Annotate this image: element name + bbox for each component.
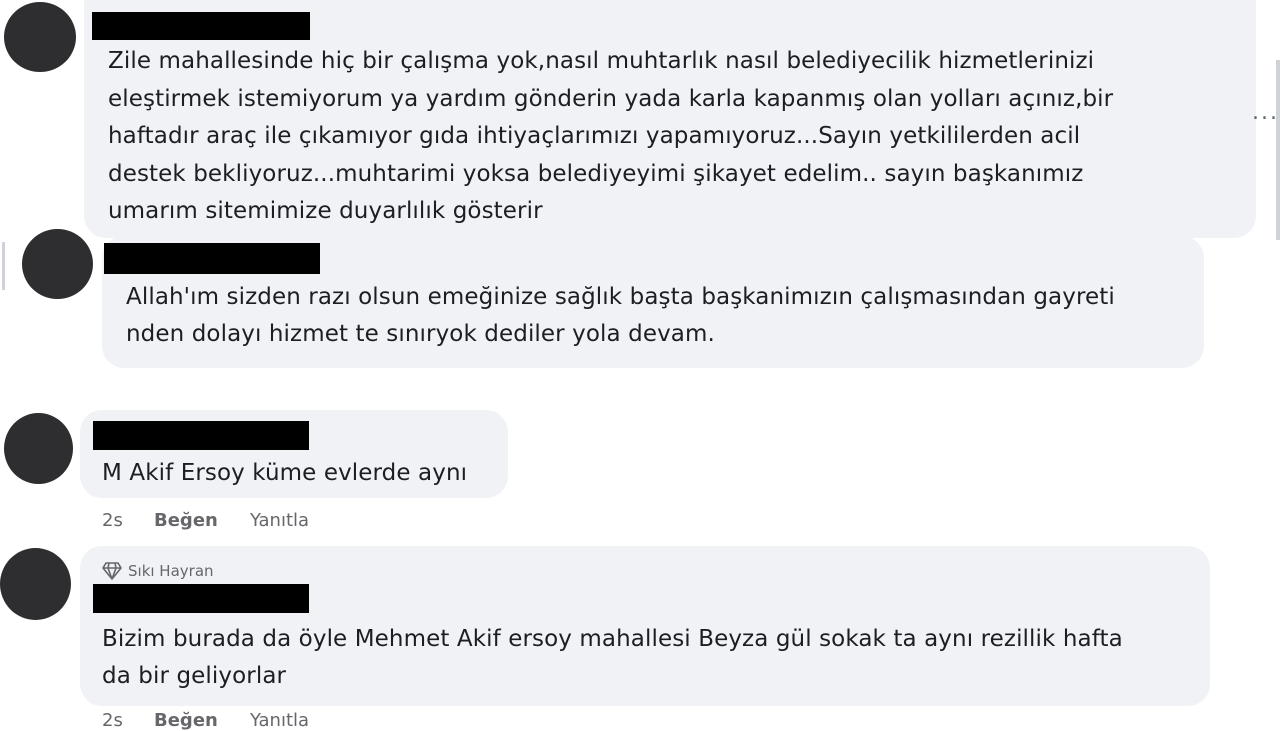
comment-text-line: Bizim burada da öyle Mehmet Akif ersoy m… [102,626,1123,652]
avatar[interactable] [0,548,71,620]
redacted-author-name [93,421,309,450]
comment-text-line: umarım sitemimize duyarlılık gösterir [108,198,543,224]
comment-time[interactable]: 2s [102,710,154,731]
reply-button[interactable]: Yanıtla [250,510,309,531]
redacted-author-name [104,243,320,274]
comment-text-line: destek bekliyoruz...muhtarimi yoksa bele… [108,161,1084,187]
comment-text-line: Allah'ım sizden razı olsun emeğinize sağ… [126,284,1115,310]
comment-text-line: nden dolayı hizmet te sınıryok dediler y… [126,321,715,347]
scroll-edge [1276,60,1280,240]
comment-text-line: da bir geliyorlar [102,663,287,689]
like-button[interactable]: Beğen [154,510,250,531]
comment-time[interactable]: 2s [102,510,154,531]
comment-text-line: eleştirmek istemiyorum ya yardım gönderi… [108,86,1114,112]
reply-button[interactable]: Yanıtla [250,710,309,731]
redacted-author-name [93,584,309,613]
comment-actions: 2s Beğen Yanıtla [102,510,309,531]
top-fan-badge: Sıkı Hayran [102,562,214,580]
comment-text-line: M Akif Ersoy küme evlerde aynı [102,460,468,486]
like-button[interactable]: Beğen [154,710,250,731]
comment-text-line: Zile mahallesinde hiç bir çalışma yok,na… [108,48,1095,74]
more-options-icon[interactable]: ... [1252,100,1279,125]
comment-actions: 2s Beğen Yanıtla [102,710,309,731]
avatar[interactable] [4,2,76,72]
comment-text-line: haftadır araç ile çıkamıyor gıda ihtiyaç… [108,123,1081,149]
diamond-icon [102,562,122,580]
avatar[interactable] [4,413,73,484]
avatar[interactable] [22,229,93,299]
badge-label: Sıkı Hayran [128,562,214,580]
thread-line [2,242,5,290]
redacted-author-name [92,12,310,40]
